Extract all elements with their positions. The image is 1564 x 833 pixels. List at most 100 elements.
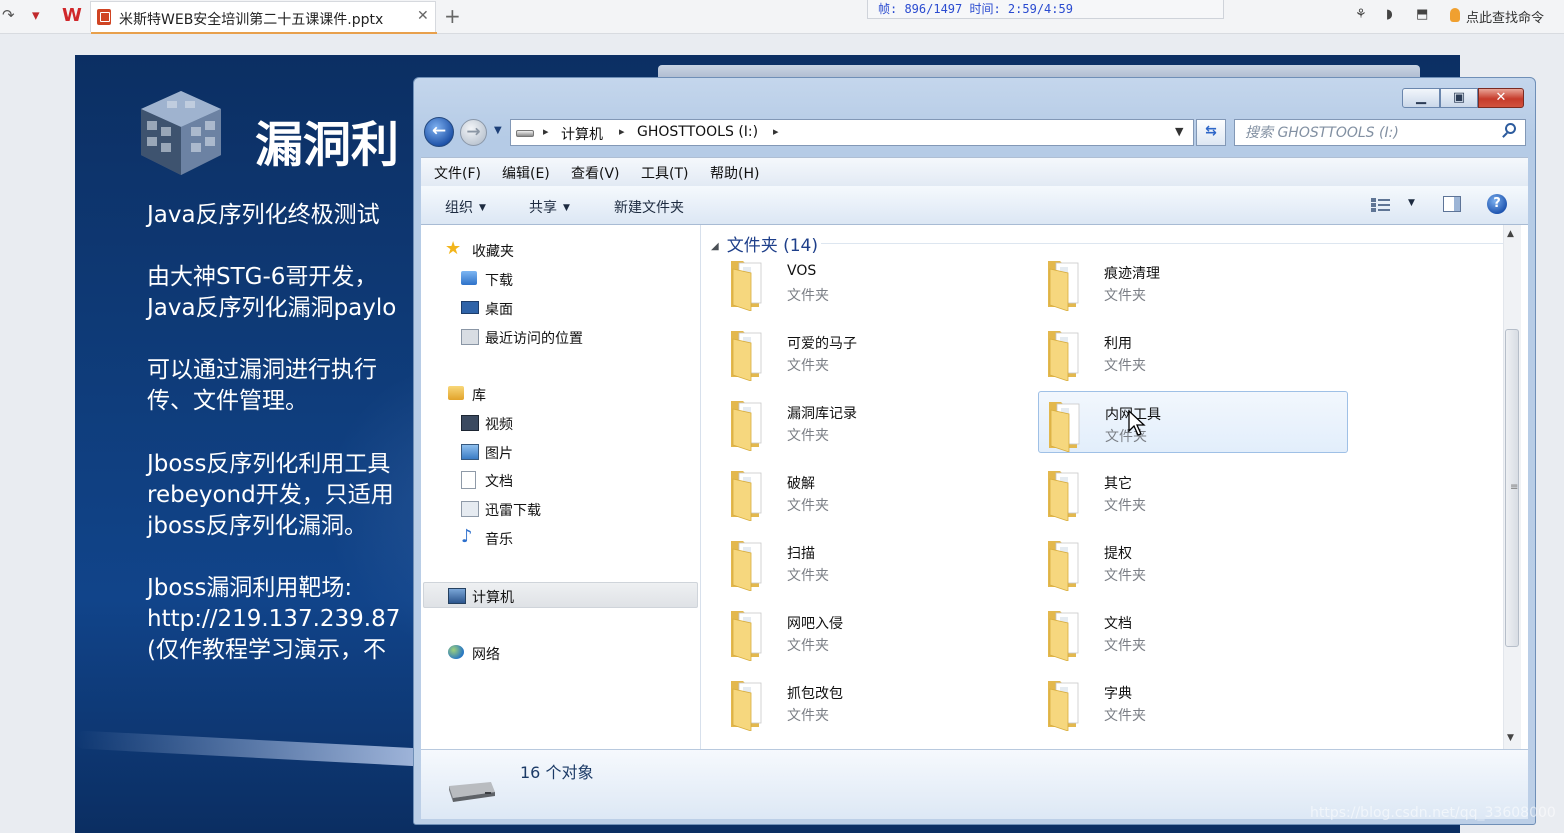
back-button[interactable]: ← <box>424 117 454 147</box>
redo-icon[interactable]: ↷ <box>2 6 15 24</box>
wps-logo[interactable]: W <box>62 5 82 26</box>
refresh-icon: ⇆ <box>1205 123 1217 139</box>
change-view-icon[interactable] <box>1371 197 1391 213</box>
folder-item[interactable]: 漏洞库记录 文件夹 <box>721 391 1031 453</box>
minimize-icon: ▁ <box>1416 90 1426 105</box>
folder-item[interactable]: 扫描 文件夹 <box>721 531 1031 593</box>
folder-type: 文件夹 <box>1104 708 1146 724</box>
folder-name: VOS <box>787 263 817 279</box>
folder-item[interactable]: 利用 文件夹 <box>1038 321 1348 383</box>
folder-item[interactable]: 可爱的马子 文件夹 <box>721 321 1031 383</box>
wps-tab-bar: ↷ ▾ W 米斯特WEB安全培训第二十五课课件.pptx ✕ + 帧: 896/… <box>0 0 1564 34</box>
drive-icon <box>516 130 534 137</box>
nav-label: 收藏夹 <box>472 244 514 260</box>
navigation-row: ← → ▼ ▸ 计算机 ▸ GHOSTTOOLS (I:) ▸ ▼ ⇆ <box>424 117 1526 149</box>
video-icon <box>461 415 479 431</box>
slide-line: (仅作教程学习演示，不 <box>147 637 386 663</box>
folder-name: 网吧入侵 <box>787 616 843 632</box>
address-bar[interactable]: ▸ 计算机 ▸ GHOSTTOOLS (I:) ▸ ▼ <box>510 119 1194 146</box>
search-box[interactable] <box>1234 119 1526 146</box>
folder-type: 文件夹 <box>787 708 829 724</box>
share-button[interactable]: 共享 ▼ <box>529 197 570 217</box>
folder-type: 文件夹 <box>787 638 829 654</box>
libraries-icon <box>448 386 464 400</box>
vertical-scrollbar[interactable]: ▲ ≡ ▼ <box>1503 225 1521 749</box>
folder-item[interactable]: 抓包改包 文件夹 <box>721 671 1031 733</box>
folder-item[interactable]: 提权 文件夹 <box>1038 531 1348 593</box>
new-folder-button[interactable]: 新建文件夹 <box>614 197 684 217</box>
forward-button[interactable]: → <box>460 119 487 146</box>
watermark: https://blog.csdn.net/qq_33608000 <box>1310 805 1556 821</box>
skin-icon[interactable]: ⚘ <box>1355 7 1367 22</box>
menu-view[interactable]: 查看(V) <box>571 163 620 183</box>
new-tab-button[interactable]: + <box>444 4 461 28</box>
music-note-icon: ♪ <box>461 526 473 547</box>
view-options-dropdown-icon[interactable]: ▼ <box>1408 198 1415 208</box>
thunder-download-icon <box>461 501 479 517</box>
menu-edit[interactable]: 编辑(E) <box>502 163 550 183</box>
minimize-button[interactable]: ▁ <box>1402 88 1440 108</box>
frame-time-readout: 帧: 896/1497 时间: 2:59/4:59 <box>878 2 1073 16</box>
desktop-icon <box>461 301 479 314</box>
document-tab-title: 米斯特WEB安全培训第二十五课课件.pptx <box>119 12 384 28</box>
usb-drive-icon <box>449 782 495 802</box>
folder-type: 文件夹 <box>787 498 829 514</box>
feedback-icon[interactable]: ⬒ <box>1416 7 1428 22</box>
folder-item[interactable]: 字典 文件夹 <box>1038 671 1348 733</box>
command-bar: 组织 ▼ 共享 ▼ 新建文件夹 ▼ ? <box>421 186 1528 225</box>
folder-type: 文件夹 <box>787 358 829 374</box>
search-input[interactable] <box>1235 120 1505 145</box>
slide-paragraph-4: Jboss反序列化利用工具 rebeyond开发，只适用 jboss反序列化漏洞… <box>147 449 394 542</box>
slide-line: jboss反序列化漏洞。 <box>147 513 368 539</box>
close-button[interactable]: ✕ <box>1478 88 1524 108</box>
menu-file[interactable]: 文件(F) <box>434 163 481 183</box>
refresh-button[interactable]: ⇆ <box>1196 119 1226 146</box>
command-search-hint[interactable]: 点此查找命令 <box>1466 7 1544 26</box>
document-tab[interactable]: 米斯特WEB安全培训第二十五课课件.pptx ✕ <box>90 1 437 34</box>
folder-name: 破解 <box>787 476 815 492</box>
folder-item[interactable]: 内网工具文件夹 <box>1038 391 1348 453</box>
folder-icon <box>731 401 762 451</box>
pin-icon[interactable]: ▾ <box>32 6 40 24</box>
recent-places-icon <box>461 329 479 345</box>
breadcrumb-separator-icon[interactable]: ▸ <box>543 125 549 138</box>
breadcrumb-separator-icon[interactable]: ▸ <box>773 125 779 138</box>
folder-item[interactable]: 痕迹清理 文件夹 <box>1038 251 1348 313</box>
nav-label: 图片 <box>485 446 513 462</box>
recent-pages-dropdown[interactable]: ▼ <box>494 125 502 136</box>
folder-item[interactable]: 其它 文件夹 <box>1038 461 1348 523</box>
folder-item[interactable]: VOS 文件夹 <box>721 251 1031 313</box>
nav-label: 下载 <box>485 273 513 289</box>
slide-line: 传、文件管理。 <box>147 388 308 414</box>
video-player-status-bar: 帧: 896/1497 时间: 2:59/4:59 <box>867 0 1224 19</box>
close-tab-icon[interactable]: ✕ <box>417 8 429 24</box>
close-icon: ✕ <box>1495 90 1507 105</box>
folder-icon <box>1048 541 1079 591</box>
folder-type: 文件夹 <box>1104 498 1146 514</box>
menu-help[interactable]: 帮助(H) <box>710 163 759 183</box>
help-icon[interactable]: ? <box>1487 194 1507 214</box>
nav-label: 视频 <box>485 417 513 433</box>
scrollbar-thumb[interactable]: ≡ <box>1505 329 1519 647</box>
breadcrumb-separator-icon[interactable]: ▸ <box>619 125 625 138</box>
search-icon[interactable] <box>1505 123 1516 134</box>
address-dropdown-icon[interactable]: ▼ <box>1175 125 1183 138</box>
folder-item[interactable]: 破解 文件夹 <box>721 461 1031 523</box>
scroll-up-icon[interactable]: ▲ <box>1507 229 1514 239</box>
folder-item[interactable]: 文档 文件夹 <box>1038 601 1348 663</box>
maximize-button[interactable]: ▣ <box>1440 88 1478 108</box>
preview-pane-icon[interactable] <box>1443 196 1461 212</box>
picture-icon <box>461 444 479 460</box>
folder-icon <box>731 331 762 381</box>
breadcrumb-drive[interactable]: GHOSTTOOLS (I:) <box>637 124 758 140</box>
scroll-down-icon[interactable]: ▼ <box>1507 733 1514 743</box>
share-icon[interactable]: ◗ <box>1386 7 1393 22</box>
folder-icon <box>1048 611 1079 661</box>
organize-button[interactable]: 组织 ▼ <box>445 197 486 217</box>
menu-tools[interactable]: 工具(T) <box>641 163 688 183</box>
explorer-content: ★ 收藏夹 下载 桌面 最近访问的位置 库 视频 图片 文档 迅雷下载 ♪ 音乐… <box>421 225 1528 749</box>
folder-item[interactable]: 网吧入侵 文件夹 <box>721 601 1031 663</box>
folder-name: 痕迹清理 <box>1104 266 1160 282</box>
breadcrumb-computer[interactable]: 计算机 <box>561 124 603 144</box>
slide-line: http://219.137.239.87 <box>147 606 401 632</box>
